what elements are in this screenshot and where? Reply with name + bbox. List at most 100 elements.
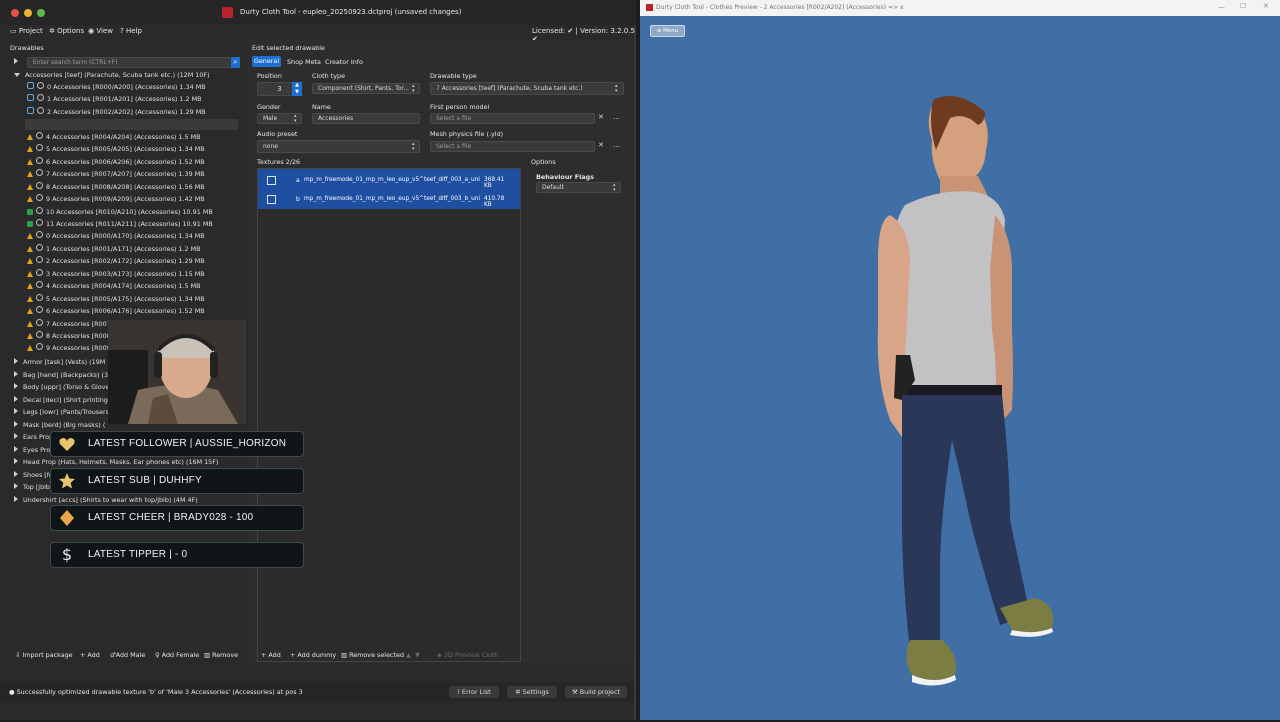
tree-group-label: Legs [lowr] (Pants/Trousers — [23, 408, 109, 416]
info-icon: ● — [9, 688, 17, 696]
remove-selected-label: Remove selected — [349, 651, 405, 659]
name-value: Accessories — [318, 115, 354, 122]
webcam-overlay — [108, 320, 246, 424]
window-title: Durty Cloth Tool - eupleo_20250923.dctpr… — [240, 8, 462, 16]
add-female-button[interactable]: ♀ Add Female — [155, 651, 199, 659]
add-dummy-button[interactable]: + Add dummy — [290, 651, 336, 659]
position-value: 3 — [277, 85, 282, 93]
add-button[interactable]: + Add — [80, 651, 100, 659]
first-person-input[interactable]: Select a file — [430, 113, 595, 124]
image-icon — [267, 176, 276, 185]
maximize-icon[interactable]: ☐ — [1240, 2, 1246, 10]
move-arrows-icon[interactable]: ▲ ▼ — [406, 651, 420, 659]
tab-creator-info[interactable]: Creator Info — [325, 58, 363, 66]
drawable-type-select[interactable]: 7 Accessories [teef] (Parachute, Scuba t… — [430, 82, 624, 95]
tree-group-label: Head Prop (Hats, Helmets, Masks, Ear pho… — [23, 458, 219, 466]
remove-label: Remove — [212, 651, 239, 659]
behaviour-flags-label: Behaviour Flags — [536, 173, 594, 181]
build-icon: ⚒ — [571, 688, 580, 696]
updown-icon: ▴ ▾ — [294, 113, 297, 124]
add-male-label: Add Male — [115, 651, 146, 659]
browse-icon[interactable]: … — [613, 113, 620, 121]
chevron-right-icon — [14, 458, 18, 464]
stepper-arrows-icon[interactable]: ▲ ▼ — [292, 82, 302, 96]
tree-group[interactable]: Head Prop (Hats, Helmets, Masks, Ear pho… — [14, 456, 218, 468]
texture-row[interactable]: a mp_m_freemode_01_mp_m_leo_eup_v5^teef_… — [264, 173, 504, 189]
latest-sub-text: LATEST SUB | DUHHFY — [88, 475, 202, 486]
drawable-type-value: Accessories [teef] (Parachute, Scuba tan… — [441, 85, 583, 92]
mesh-physics-input[interactable]: Select a file — [430, 141, 595, 152]
app-window: Durty Cloth Tool - eupleo_20250923.dctpr… — [0, 0, 636, 720]
options-label: Options — [531, 158, 556, 166]
tree-group-label: Undershirt [accs] (Shirts to wear with t… — [23, 495, 198, 504]
behaviour-flags-select[interactable]: Default — [536, 182, 621, 193]
chevron-right-icon — [14, 495, 18, 502]
preview-menu-button[interactable]: ≡ Menu — [650, 25, 685, 37]
tree-group[interactable]: Decal [decl] (Shirt printings, E — [14, 394, 119, 406]
texture-name: mp_m_freemode_01_mp_m_leo_eup_v5^teef_di… — [304, 196, 481, 202]
tree-group-label: Mask [berd] (Big masks) ( — [23, 420, 106, 429]
chevron-right-icon — [14, 395, 18, 402]
star-icon — [59, 473, 75, 489]
tree-group[interactable]: Eyes Prop — [14, 444, 54, 456]
tree-group-label: Bag [hand] (Backpacks) (34 — [23, 370, 113, 379]
error-list-button[interactable]: ! Error List — [449, 686, 499, 698]
clear-icon[interactable]: ✕ — [598, 113, 604, 121]
close-icon[interactable]: ✕ — [1263, 2, 1269, 10]
minimize-icon[interactable]: — — [1218, 3, 1225, 11]
chevron-right-icon — [14, 445, 18, 452]
texture-add-button[interactable]: + Add — [261, 651, 281, 659]
tree-group-label: Shoes [fe — [23, 470, 53, 479]
cloth-type-select[interactable]: Component (Shirt, Pants, Tor... — [312, 83, 420, 94]
texture-letter: b — [296, 196, 300, 203]
add-male-button[interactable]: ♂Add Male — [110, 651, 145, 659]
latest-follower-banner: LATEST FOLLOWER | AUSSIE_HORIZON — [50, 431, 304, 457]
chevron-right-icon — [14, 433, 18, 439]
remove-button[interactable]: ▥ Remove — [204, 651, 238, 659]
tree-group[interactable]: Body [uppr] (Torso & Gloves) — [14, 381, 115, 393]
first-person-placeholder: Select a file — [436, 115, 472, 122]
chevron-right-icon — [14, 358, 18, 364]
tree-group[interactable]: Bag [hand] (Backpacks) (34 — [14, 369, 112, 381]
tree-group[interactable]: Shoes [fe — [14, 469, 53, 481]
texture-letter: a — [296, 177, 300, 184]
character-model — [877, 96, 1054, 686]
chevron-right-icon — [14, 408, 18, 414]
tree-group-label: Armor [task] (Vests) (19M 16 — [23, 358, 116, 366]
cloth-type-label: Cloth type — [312, 72, 346, 80]
import-package-label: Import package — [22, 651, 73, 659]
tab-shop-meta[interactable]: Shop Meta — [287, 58, 321, 66]
remove-selected-button[interactable]: ▥ Remove selected — [341, 651, 404, 659]
build-project-button[interactable]: ⚒ Build project — [565, 686, 627, 698]
mesh-physics-placeholder: Select a file — [436, 143, 472, 150]
tab-general[interactable]: General — [252, 56, 281, 67]
texture-add-label: Add — [268, 651, 281, 659]
build-project-label: Build project — [579, 688, 621, 696]
tree-group[interactable]: Legs [lowr] (Pants/Trousers — [14, 406, 109, 418]
name-input[interactable]: Accessories — [312, 113, 420, 124]
texture-row[interactable]: b mp_m_freemode_01_mp_m_leo_eup_v5^teef_… — [264, 192, 504, 208]
settings-button[interactable]: ✲ Settings — [507, 686, 557, 698]
audio-preset-select[interactable]: none — [257, 140, 420, 153]
browse-icon[interactable]: … — [613, 141, 620, 149]
female-icon: ♀ — [155, 651, 162, 659]
tree-group[interactable]: Mask [berd] (Big masks) ( — [14, 419, 105, 431]
tree-group[interactable]: Undershirt [accs] (Shirts to wear with t… — [14, 494, 198, 506]
textures-label: Textures 2/26 — [257, 158, 301, 166]
updown-icon: ▴ ▾ — [412, 83, 415, 94]
add-female-label: Add Female — [161, 651, 200, 659]
heart-icon — [59, 438, 75, 451]
tree-group-label: Top [jbib] — [23, 483, 53, 491]
texture-size: 368.41 KB — [484, 177, 505, 189]
chevron-right-icon — [14, 383, 18, 389]
tree-group[interactable]: Top [jbib] — [14, 481, 52, 493]
clear-icon[interactable]: ✕ — [598, 141, 604, 149]
preview-title: Durty Cloth Tool - Clothes Preview - 2 A… — [656, 4, 904, 11]
status-message: ● Successfully optimized drawable textur… — [9, 688, 303, 696]
textures-list — [257, 168, 521, 662]
tree-group[interactable]: Ears Prop — [14, 431, 53, 443]
preview-cloth-button[interactable]: ◈ 3D Preview Cloth — [437, 651, 499, 659]
chevron-right-icon — [14, 470, 18, 477]
import-package-button[interactable]: ⇩ Import package — [15, 651, 73, 659]
tree-group[interactable]: Armor [task] (Vests) (19M 16 — [14, 356, 115, 368]
